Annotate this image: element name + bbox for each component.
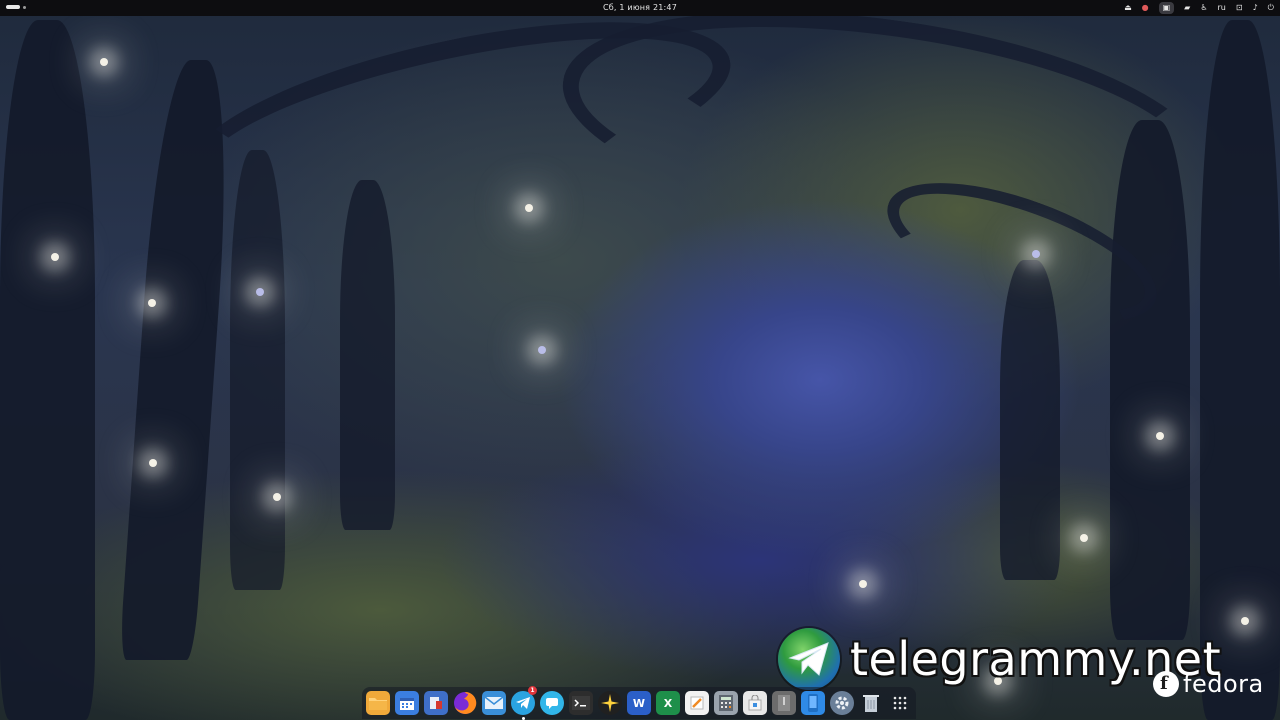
fedora-logo-icon: f xyxy=(1153,671,1179,697)
glow-orb xyxy=(1156,432,1164,440)
telegram-icon[interactable]: 1 xyxy=(511,686,537,720)
tree-trunk xyxy=(0,20,95,720)
chat-tray-icon[interactable]: ▰ xyxy=(1184,0,1190,16)
word-letter: W xyxy=(632,696,646,710)
glow-orb xyxy=(149,459,157,467)
excel-letter: X xyxy=(663,696,673,710)
app-store-icon[interactable] xyxy=(424,691,448,715)
glow-orb xyxy=(148,299,156,307)
glow-orb xyxy=(1241,617,1249,625)
glow-orb xyxy=(100,58,108,66)
tree-trunk xyxy=(340,180,395,530)
phone-icon[interactable] xyxy=(801,691,825,715)
volume-icon[interactable]: ♪ xyxy=(1253,0,1258,16)
accessibility-icon[interactable]: ♿ xyxy=(1200,0,1207,16)
glow-orb xyxy=(256,288,264,296)
glow-orb xyxy=(273,493,281,501)
dock: 1 W X xyxy=(362,686,916,720)
word-icon[interactable]: W xyxy=(627,691,651,715)
show-apps-grid-icon[interactable] xyxy=(888,691,912,715)
fedora-logo-text: fedora xyxy=(1183,670,1264,698)
eject-icon[interactable]: ⏏ xyxy=(1124,0,1132,16)
glow-orb xyxy=(525,204,533,212)
glow-orb xyxy=(859,580,867,588)
notepad-icon[interactable] xyxy=(685,691,709,715)
files-app-icon[interactable] xyxy=(366,691,390,715)
mail-icon[interactable] xyxy=(482,691,506,715)
keyboard-layout[interactable]: ru xyxy=(1218,0,1226,16)
settings-gear-icon[interactable] xyxy=(830,691,854,715)
screen-share-icon[interactable]: ▣ xyxy=(1158,2,1175,14)
chat-app-icon[interactable] xyxy=(540,691,564,715)
calculator-icon[interactable] xyxy=(714,691,738,715)
spark-icon[interactable] xyxy=(598,691,622,715)
notification-badge: 1 xyxy=(528,686,537,695)
desktop-wallpaper xyxy=(0,0,1280,720)
top-bar: Сб, 1 июня 21:47 ⏏ ● ▣ ▰ ♿ ru ⊡ ♪ ⏻ xyxy=(0,0,1280,16)
globe-plane-logo-icon xyxy=(778,628,840,690)
glow-orb xyxy=(51,253,59,261)
glow-orb xyxy=(538,346,546,354)
power-icon[interactable]: ⏻ xyxy=(1268,0,1274,16)
fedora-logo: f fedora xyxy=(1153,670,1264,698)
trash-icon[interactable] xyxy=(859,691,883,715)
excel-icon[interactable]: X xyxy=(656,691,680,715)
clock[interactable]: Сб, 1 июня 21:47 xyxy=(0,0,1280,16)
network-icon[interactable]: ⊡ xyxy=(1236,0,1243,16)
software-bag-icon[interactable] xyxy=(743,691,767,715)
system-tray: ⏏ ● ▣ ▰ ♿ ru ⊡ ♪ ⏻ xyxy=(1124,0,1274,16)
tree-trunk xyxy=(230,150,285,590)
glow-orb xyxy=(1080,534,1088,542)
archive-icon[interactable] xyxy=(772,691,796,715)
terminal-icon[interactable] xyxy=(569,691,593,715)
calendar-app-icon[interactable] xyxy=(395,691,419,715)
firefox-icon[interactable] xyxy=(453,691,477,715)
glow-orb xyxy=(1032,250,1040,258)
tree-trunk xyxy=(1200,20,1280,720)
record-indicator-icon[interactable]: ● xyxy=(1142,0,1149,16)
